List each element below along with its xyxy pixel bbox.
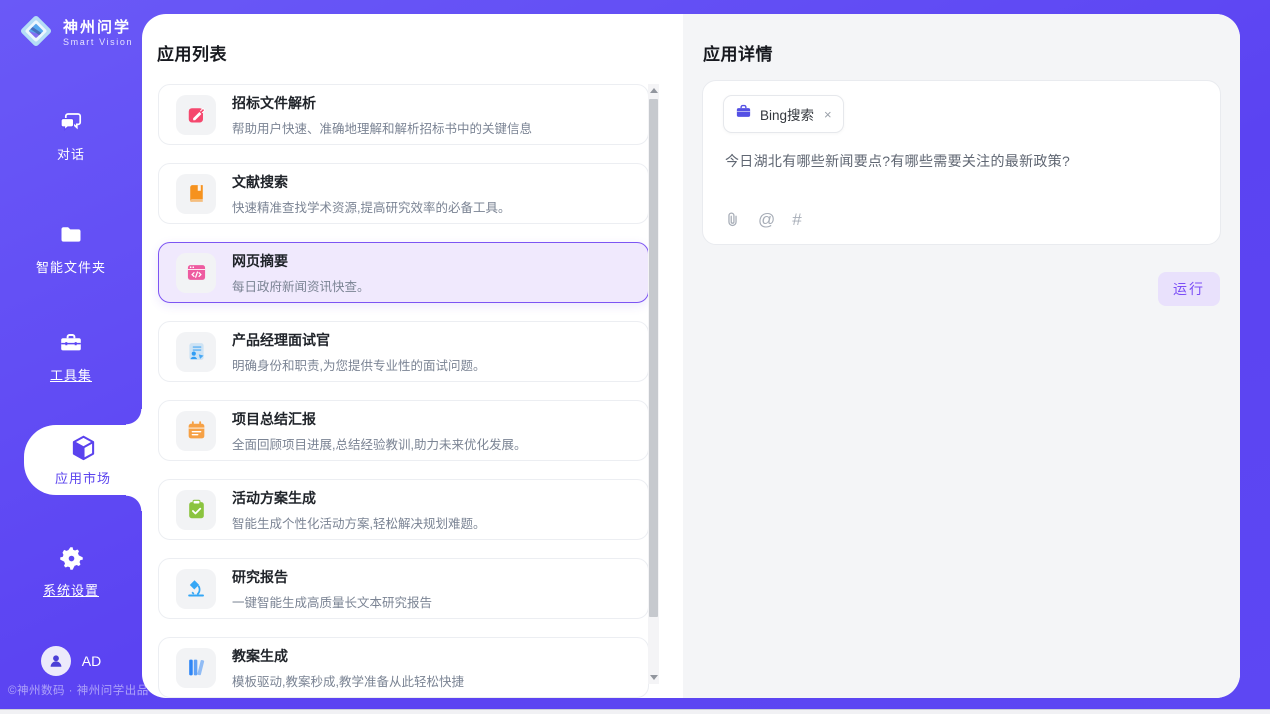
app-card-project-summary[interactable]: 项目总结汇报全面回顾项目进展,总结经验教训,助力未来优化发展。 bbox=[158, 400, 649, 461]
interview-icon bbox=[176, 332, 216, 372]
sidebar-item-smart-folder[interactable]: 智能文件夹 bbox=[0, 220, 142, 276]
app-name: 研究报告 bbox=[232, 567, 432, 587]
app-name: 文献搜索 bbox=[232, 172, 510, 192]
app-description: 智能生成个性化活动方案,轻松解决规划难题。 bbox=[232, 513, 485, 532]
brand-logo: 神州问学 Smart Vision bbox=[16, 11, 133, 56]
sidebar-item-label: 工具集 bbox=[0, 365, 142, 384]
scroll-down-icon[interactable] bbox=[648, 671, 659, 684]
app-name: 招标文件解析 bbox=[232, 93, 532, 113]
app-name: 网页摘要 bbox=[232, 251, 370, 271]
clipboard-check-icon bbox=[176, 490, 216, 530]
app-list-scrollbar[interactable] bbox=[648, 84, 659, 684]
copyright-footer: ©神州数码 · 神州问学出品 bbox=[8, 682, 149, 698]
diamond-logo-icon bbox=[16, 11, 56, 56]
tool-chip-label: Bing搜索 bbox=[760, 104, 814, 124]
user-name: AD bbox=[82, 653, 101, 669]
main-panel: 应用列表 招标文件解析帮助用户快速、准确地理解和解析招标书中的关键信息文献搜索快… bbox=[142, 14, 1240, 698]
window-bottom-strip bbox=[0, 709, 1270, 714]
scroll-up-icon[interactable] bbox=[648, 84, 659, 97]
book-icon bbox=[176, 174, 216, 214]
app-name: 项目总结汇报 bbox=[232, 409, 526, 429]
tool-chip-bing-search[interactable]: Bing搜索 × bbox=[723, 95, 844, 133]
app-detail-title: 应用详情 bbox=[703, 40, 773, 65]
app-description: 每日政府新闻资讯快查。 bbox=[232, 276, 370, 295]
app-description: 模板驱动,教案秒成,教学准备从此轻松快捷 bbox=[232, 671, 464, 690]
app-window: 神州问学 Smart Vision 对话智能文件夹工具集应用市场系统设置 AD … bbox=[0, 0, 1270, 714]
gear-icon bbox=[0, 543, 142, 573]
app-detail-section: 应用详情 Bing搜索 × 今日湖北有哪些新闻要点?有哪些需要关注的最新政策? … bbox=[683, 14, 1240, 698]
app-name: 产品经理面试官 bbox=[232, 330, 485, 350]
app-card-research-report[interactable]: 研究报告一键智能生成高质量长文本研究报告 bbox=[158, 558, 649, 619]
sidebar-item-label: 智能文件夹 bbox=[0, 257, 142, 276]
hash-icon[interactable]: # bbox=[792, 211, 801, 229]
user-avatar-icon bbox=[41, 646, 71, 676]
app-name: 教案生成 bbox=[232, 646, 464, 666]
run-button[interactable]: 运行 bbox=[1158, 272, 1220, 306]
cube-icon bbox=[68, 434, 99, 464]
scrollbar-thumb[interactable] bbox=[649, 99, 658, 617]
brand-subtitle: Smart Vision bbox=[63, 36, 133, 48]
app-description: 一键智能生成高质量长文本研究报告 bbox=[232, 592, 432, 611]
briefcase-icon bbox=[735, 103, 752, 125]
app-list: 招标文件解析帮助用户快速、准确地理解和解析招标书中的关键信息文献搜索快速精准查找… bbox=[158, 84, 649, 698]
sidebar-item-label: 系统设置 bbox=[0, 580, 142, 599]
app-description: 快速精准查找学术资源,提高研究效率的必备工具。 bbox=[232, 197, 510, 216]
app-description: 帮助用户快速、准确地理解和解析招标书中的关键信息 bbox=[232, 118, 532, 137]
chat-icon bbox=[0, 107, 142, 137]
toolbox-icon bbox=[0, 328, 142, 358]
app-description: 全面回顾项目进展,总结经验教训,助力未来优化发展。 bbox=[232, 434, 526, 453]
sidebar-item-label: 应用市场 bbox=[55, 468, 111, 487]
app-card-event-plan[interactable]: 活动方案生成智能生成个性化活动方案,轻松解决规划难题。 bbox=[158, 479, 649, 540]
browser-code-icon bbox=[176, 253, 216, 293]
app-list-title: 应用列表 bbox=[157, 40, 227, 65]
app-card-literature-search[interactable]: 文献搜索快速精准查找学术资源,提高研究效率的必备工具。 bbox=[158, 163, 649, 224]
sidebar-item-toolset[interactable]: 工具集 bbox=[0, 328, 142, 384]
app-card-web-summary[interactable]: 网页摘要每日政府新闻资讯快查。 bbox=[158, 242, 649, 303]
sidebar-item-label: 对话 bbox=[0, 144, 142, 163]
app-description: 明确身份和职责,为您提供专业性的面试问题。 bbox=[232, 355, 485, 374]
at-icon[interactable]: @ bbox=[758, 211, 775, 229]
app-name: 活动方案生成 bbox=[232, 488, 485, 508]
books-icon bbox=[176, 648, 216, 688]
app-card-bid-doc-analysis[interactable]: 招标文件解析帮助用户快速、准确地理解和解析招标书中的关键信息 bbox=[158, 84, 649, 145]
app-card-lesson-plan[interactable]: 教案生成模板驱动,教案秒成,教学准备从此轻松快捷 bbox=[158, 637, 649, 698]
prompt-input[interactable]: 今日湖北有哪些新闻要点?有哪些需要关注的最新政策? bbox=[725, 151, 1200, 171]
microscope-icon bbox=[176, 569, 216, 609]
composer-toolbar: @# bbox=[724, 210, 802, 229]
paperclip-icon[interactable] bbox=[724, 210, 741, 229]
purple-frame: 神州问学 Smart Vision 对话智能文件夹工具集应用市场系统设置 AD … bbox=[0, 0, 1270, 710]
brand-name: 神州问学 bbox=[63, 19, 133, 36]
folder-icon bbox=[0, 220, 142, 250]
sidebar-item-app-market[interactable]: 应用市场 bbox=[24, 425, 142, 495]
doc-edit-icon bbox=[176, 95, 216, 135]
chip-close-icon[interactable]: × bbox=[824, 107, 832, 122]
sidebar-item-chat[interactable]: 对话 bbox=[0, 107, 142, 163]
user-account[interactable]: AD bbox=[0, 646, 142, 676]
sidebar-item-system-settings[interactable]: 系统设置 bbox=[0, 543, 142, 599]
report-calendar-icon bbox=[176, 411, 216, 451]
app-card-pm-interviewer[interactable]: 产品经理面试官明确身份和职责,为您提供专业性的面试问题。 bbox=[158, 321, 649, 382]
prompt-card: Bing搜索 × 今日湖北有哪些新闻要点?有哪些需要关注的最新政策? @# bbox=[702, 80, 1221, 245]
